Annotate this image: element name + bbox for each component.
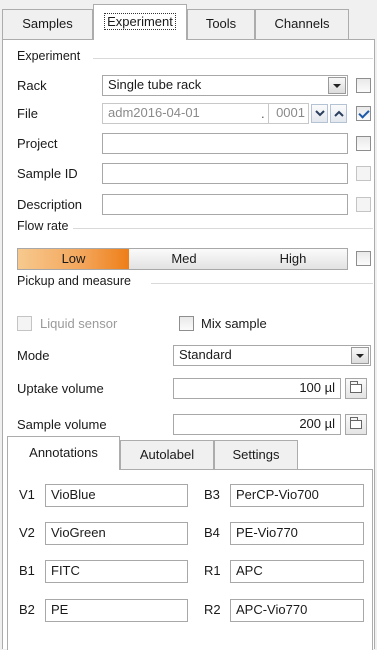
file-number-field[interactable]: 0001	[268, 103, 309, 124]
mode-label: Mode	[17, 348, 50, 363]
chevron-up-icon	[334, 110, 344, 117]
uptake-volume-input[interactable]: 100 µl	[173, 378, 341, 399]
annotation-input[interactable]: FITC	[45, 560, 188, 583]
sample-volume-input[interactable]: 200 µl	[173, 414, 341, 435]
file-separator: .	[258, 106, 268, 121]
annotation-input[interactable]: PE	[45, 599, 188, 622]
flow-rate-med-button[interactable]: Med	[129, 249, 239, 269]
liquid-sensor-label: Liquid sensor	[40, 316, 118, 331]
group-divider	[93, 58, 373, 59]
annotation-input[interactable]: APC	[230, 560, 364, 583]
description-label: Description	[17, 197, 83, 212]
mix-sample-label: Mix sample	[201, 316, 267, 331]
sample-id-label: Sample ID	[17, 166, 78, 181]
tab-channels[interactable]: Channels	[255, 9, 349, 39]
file-checkbox[interactable]	[356, 106, 371, 121]
flow-rate-low-button[interactable]: Low	[18, 249, 129, 269]
sample-id-checkbox[interactable]	[356, 166, 371, 181]
flow-rate-selector: Low Med High	[17, 248, 348, 270]
mode-value: Standard	[179, 347, 232, 362]
rack-label: Rack	[17, 78, 47, 93]
mix-sample-checkbox[interactable]	[179, 316, 194, 331]
annotation-channel-label: V1	[19, 487, 35, 502]
liquid-sensor-checkbox[interactable]	[17, 316, 32, 331]
group-divider	[73, 228, 373, 229]
tab-annotations[interactable]: Annotations	[7, 436, 120, 470]
description-checkbox[interactable]	[356, 197, 371, 212]
flow-rate-high-button[interactable]: High	[239, 249, 347, 269]
experiment-panel: Experiment Rack Single tube rack File ad…	[2, 39, 375, 650]
chevron-down-icon[interactable]	[328, 77, 346, 94]
tab-tools[interactable]: Tools	[187, 9, 255, 39]
annotation-channel-label: V2	[19, 525, 35, 540]
project-input[interactable]	[102, 133, 348, 154]
file-label: File	[17, 106, 38, 121]
rack-value: Single tube rack	[108, 77, 202, 92]
rack-dropdown[interactable]: Single tube rack	[102, 75, 348, 96]
tab-experiment[interactable]: Experiment	[93, 4, 187, 40]
project-label: Project	[17, 136, 58, 151]
mode-dropdown[interactable]: Standard	[173, 345, 371, 366]
folder-icon	[350, 381, 362, 393]
annotation-channel-label: B2	[19, 602, 35, 617]
group-divider	[151, 283, 373, 284]
file-number-value: 0001	[276, 105, 305, 120]
annotation-channel-label: B3	[204, 487, 220, 502]
tab-autolabel[interactable]: Autolabel	[120, 440, 214, 469]
annotation-channel-label: R2	[204, 602, 221, 617]
flow-rate-checkbox[interactable]	[356, 251, 371, 266]
flow-rate-group-label: Flow rate	[17, 219, 72, 233]
annotation-channel-label: B4	[204, 525, 220, 540]
file-increment-button[interactable]	[330, 104, 347, 123]
file-decrement-button[interactable]	[311, 104, 328, 123]
description-input[interactable]	[102, 194, 348, 215]
folder-icon	[350, 417, 362, 429]
annotation-input[interactable]: PerCP-Vio700	[230, 484, 364, 507]
annotation-input[interactable]: VioBlue	[45, 484, 188, 507]
experiment-group-label: Experiment	[17, 49, 84, 63]
annotation-channel-label: R1	[204, 563, 221, 578]
tab-settings[interactable]: Settings	[214, 440, 298, 469]
annotations-panel: V1 VioBlue B3 PerCP-Vio700 V2 VioGreen B…	[7, 469, 373, 650]
sample-volume-folder-button[interactable]	[345, 414, 367, 435]
sample-id-input[interactable]	[102, 163, 348, 184]
chevron-down-icon	[315, 110, 325, 117]
file-name-value: adm2016-04-01	[108, 105, 200, 120]
tab-experiment-label: Experiment	[104, 13, 176, 30]
chevron-down-icon[interactable]	[351, 347, 369, 364]
annotation-input[interactable]: VioGreen	[45, 522, 188, 545]
uptake-volume-label: Uptake volume	[17, 381, 104, 396]
tab-samples[interactable]: Samples	[2, 9, 93, 39]
annotation-channel-label: B1	[19, 563, 35, 578]
rack-checkbox[interactable]	[356, 78, 371, 93]
annotation-input[interactable]: PE-Vio770	[230, 522, 364, 545]
uptake-volume-folder-button[interactable]	[345, 378, 367, 399]
project-checkbox[interactable]	[356, 136, 371, 151]
sample-volume-label: Sample volume	[17, 417, 107, 432]
annotation-input[interactable]: APC-Vio770	[230, 599, 364, 622]
pickup-group-label: Pickup and measure	[17, 274, 134, 288]
